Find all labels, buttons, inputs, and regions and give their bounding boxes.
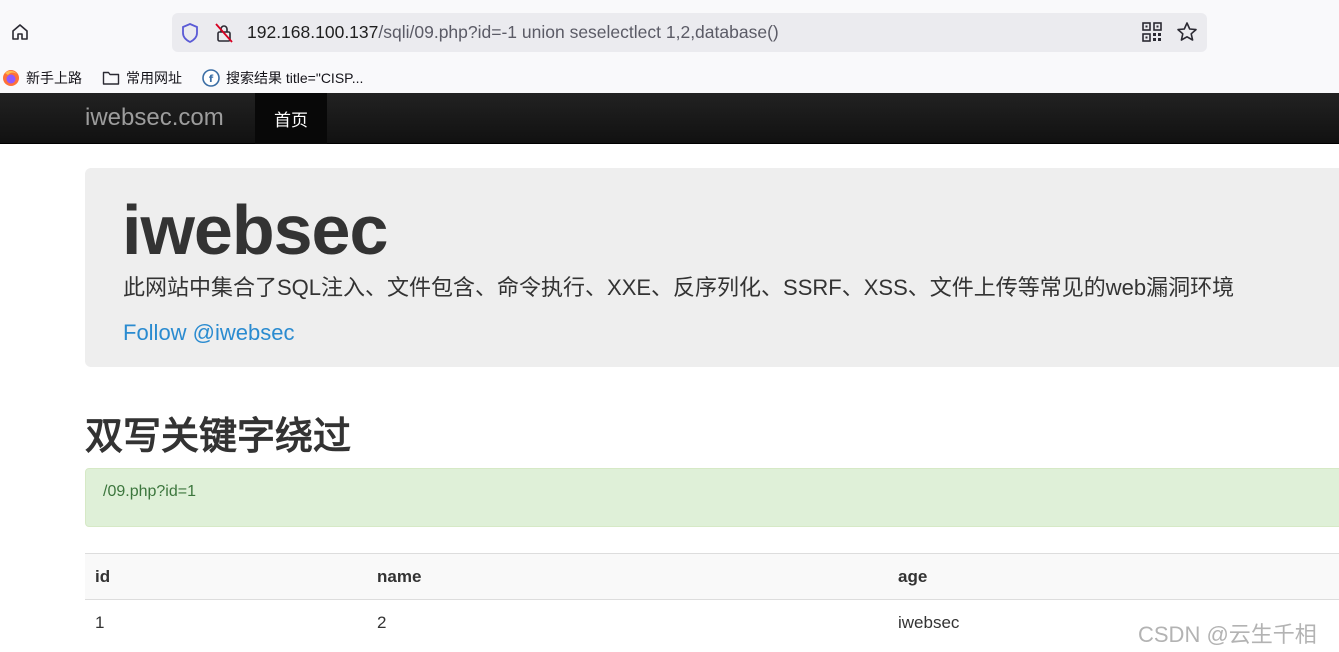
firefox-icon — [3, 70, 19, 86]
url-text[interactable]: 192.168.100.137/sqli/09.php?id=-1 union … — [247, 22, 779, 43]
qr-code-icon[interactable] — [1142, 22, 1162, 47]
bookmark-item[interactable]: f 搜索结果 title="CISP... — [202, 66, 363, 90]
section-title: 双写关键字绕过 — [85, 416, 352, 458]
home-icon — [12, 24, 28, 40]
site-navbar: iwebsec.com 首页 — [0, 93, 1339, 144]
table-header-age: age — [898, 567, 928, 586]
home-button[interactable] — [6, 18, 34, 46]
table-cell-id: 1 — [95, 613, 105, 632]
table-cell-name: 2 — [377, 613, 387, 632]
follow-link[interactable]: Follow @iwebsec — [123, 320, 295, 346]
table-cell-age: iwebsec — [898, 613, 960, 632]
bookmark-label: 搜索结果 title="CISP... — [226, 70, 364, 86]
bookmark-folder[interactable]: 常用网址 — [102, 66, 182, 90]
alert-text: /09.php?id=1 — [103, 483, 196, 500]
alert-box: /09.php?id=1 — [85, 468, 1339, 527]
jumbotron: iwebsec 此网站中集合了SQL注入、文件包含、命令执行、XXE、反序列化、… — [85, 168, 1339, 367]
url-path: /sqli/09.php?id=-1 union seselectlect 1,… — [378, 22, 779, 42]
nav-item-home[interactable]: 首页 — [255, 93, 327, 144]
bookmark-label: 常用网址 — [126, 70, 182, 86]
address-bar[interactable]: 192.168.100.137/sqli/09.php?id=-1 union … — [172, 13, 1207, 52]
folder-icon — [102, 71, 120, 85]
navbar-brand[interactable]: iwebsec.com — [85, 104, 224, 132]
url-host: 192.168.100.137 — [247, 22, 379, 42]
browser-toolbar: 192.168.100.137/sqli/09.php?id=-1 union … — [0, 0, 1339, 62]
watermark: CSDN @云生千相 — [1138, 622, 1317, 647]
svg-text:f: f — [209, 74, 214, 85]
insecure-lock-icon[interactable] — [214, 22, 234, 49]
table-header-row: id name age — [85, 553, 1339, 599]
bookmark-label: 新手上路 — [26, 70, 82, 86]
star-icon[interactable] — [1176, 21, 1198, 48]
table-header-id: id — [95, 567, 111, 586]
search-result-icon: f — [202, 69, 220, 87]
bookmark-item[interactable]: 新手上路 — [2, 66, 82, 90]
bookmarks-bar: 新手上路 常用网址 f 搜索结果 title="CISP... — [0, 62, 1339, 93]
table-header-name: name — [377, 567, 422, 586]
shield-icon[interactable] — [180, 22, 200, 49]
jumbotron-title: iwebsec — [122, 191, 388, 269]
jumbotron-description: 此网站中集合了SQL注入、文件包含、命令执行、XXE、反序列化、SSRF、XSS… — [123, 275, 1235, 300]
